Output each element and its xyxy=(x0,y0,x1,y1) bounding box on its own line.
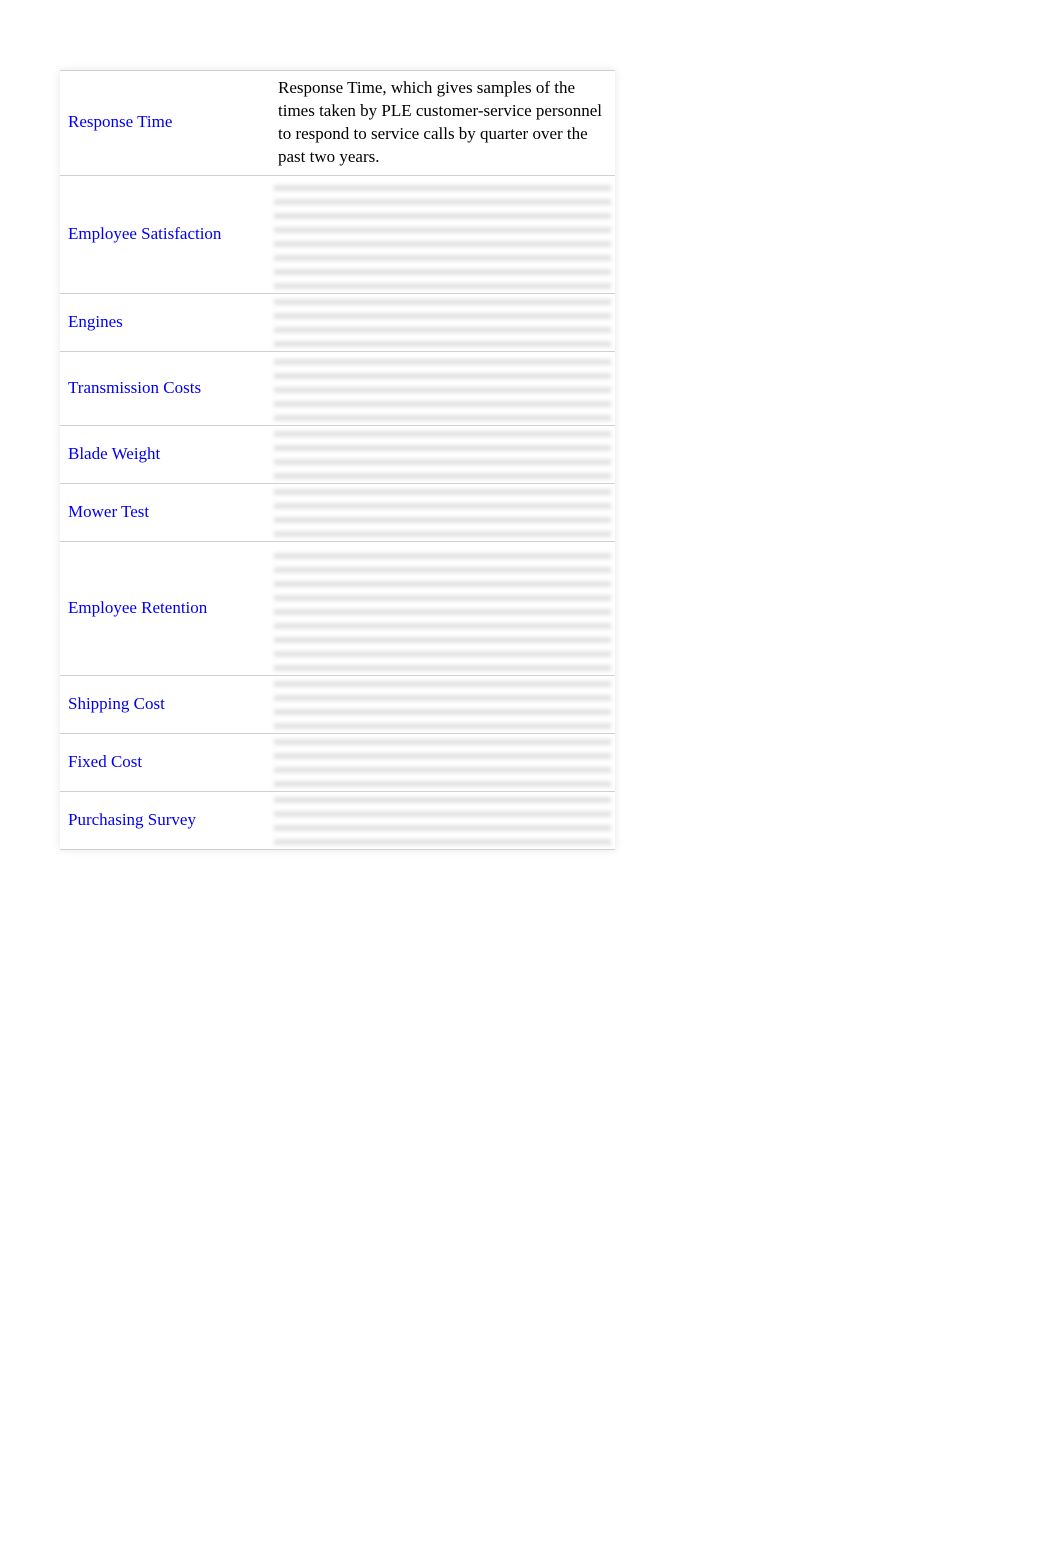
table-row: Fixed Cost xyxy=(60,733,615,791)
row-label[interactable]: Employee Retention xyxy=(60,541,270,675)
data-table: Response TimeResponse Time, which gives … xyxy=(60,70,615,850)
table-row: Purchasing Survey xyxy=(60,791,615,849)
row-label[interactable]: Employee Satisfaction xyxy=(60,175,270,293)
table-row: Engines xyxy=(60,293,615,351)
row-label[interactable]: Transmission Costs xyxy=(60,351,270,425)
row-description xyxy=(270,425,615,483)
row-description: Response Time, which gives samples of th… xyxy=(270,71,615,176)
row-label[interactable]: Engines xyxy=(60,293,270,351)
row-description xyxy=(270,733,615,791)
row-description xyxy=(270,675,615,733)
row-label[interactable]: Mower Test xyxy=(60,483,270,541)
row-label[interactable]: Response Time xyxy=(60,71,270,176)
row-label[interactable]: Blade Weight xyxy=(60,425,270,483)
row-description xyxy=(270,483,615,541)
table-row: Mower Test xyxy=(60,483,615,541)
row-description xyxy=(270,175,615,293)
row-description xyxy=(270,791,615,849)
row-description xyxy=(270,541,615,675)
row-label[interactable]: Shipping Cost xyxy=(60,675,270,733)
table-row: Transmission Costs xyxy=(60,351,615,425)
table-row: Shipping Cost xyxy=(60,675,615,733)
row-label[interactable]: Fixed Cost xyxy=(60,733,270,791)
table-row: Employee Retention xyxy=(60,541,615,675)
table-row: Blade Weight xyxy=(60,425,615,483)
row-description xyxy=(270,293,615,351)
table-row: Response TimeResponse Time, which gives … xyxy=(60,71,615,176)
table-row: Employee Satisfaction xyxy=(60,175,615,293)
table-body: Response TimeResponse Time, which gives … xyxy=(60,71,615,850)
row-label[interactable]: Purchasing Survey xyxy=(60,791,270,849)
row-description xyxy=(270,351,615,425)
